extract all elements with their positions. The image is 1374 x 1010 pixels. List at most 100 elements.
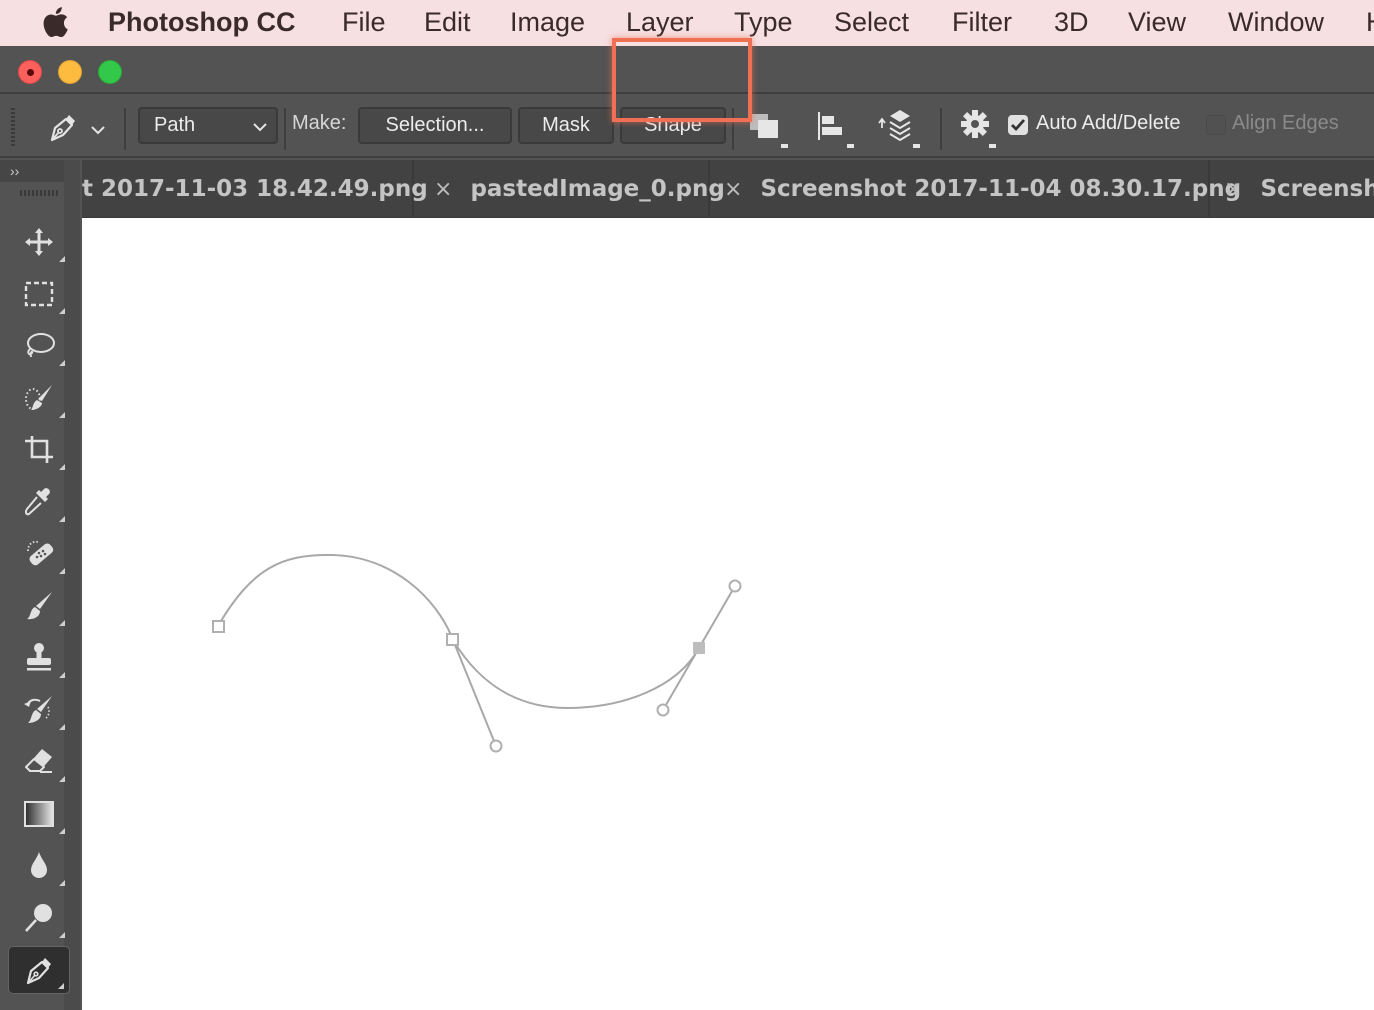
- gradient-tool[interactable]: [8, 790, 70, 838]
- rectangular-marquee-tool[interactable]: [8, 270, 70, 318]
- make-label: Make:: [292, 112, 347, 134]
- minimize-window-button[interactable]: [58, 60, 82, 84]
- anchor-point[interactable]: [446, 633, 459, 646]
- marquee-icon: [24, 281, 54, 307]
- history-brush-tool[interactable]: [8, 686, 70, 734]
- document-canvas[interactable]: [82, 218, 1374, 1010]
- menu-app-name[interactable]: Photoshop CC: [108, 6, 295, 38]
- quick-selection-tool[interactable]: [8, 374, 70, 422]
- macos-menu-bar: Photoshop CC File Edit Image Layer Type …: [0, 0, 1374, 44]
- path-segment[interactable]: [217, 553, 454, 641]
- tool-group-indicator: [59, 672, 65, 678]
- menu-3d[interactable]: 3D: [1054, 6, 1089, 38]
- lasso-tool[interactable]: [8, 322, 70, 370]
- move-tool[interactable]: [8, 218, 70, 266]
- align-edges-checkbox[interactable]: [1206, 115, 1226, 135]
- menu-window[interactable]: Window: [1228, 6, 1324, 38]
- direction-line: [698, 585, 736, 649]
- settings-button[interactable]: [954, 106, 998, 150]
- auto-add-delete-label[interactable]: Auto Add/Delete: [1036, 112, 1181, 135]
- blur-tool[interactable]: [8, 842, 70, 890]
- path-drawing: [212, 553, 742, 753]
- dodge-tool[interactable]: [8, 894, 70, 942]
- menu-view[interactable]: View: [1128, 6, 1186, 38]
- checkmark-icon: [1011, 119, 1026, 132]
- menu-filter[interactable]: Filter: [952, 6, 1012, 38]
- tab-document-3[interactable]: × Screenshot 2017-11-04 08.30.17.png: [710, 160, 1241, 217]
- path-arrangement-button[interactable]: [878, 106, 922, 150]
- path-alignment-button[interactable]: [812, 106, 856, 150]
- menu-select[interactable]: Select: [834, 6, 909, 38]
- tool-preset-picker[interactable]: [40, 106, 112, 150]
- menu-help[interactable]: H: [1366, 6, 1374, 38]
- document-tab-bar: t 2017-11-03 18.42.49.png × pastedImage_…: [82, 160, 1374, 218]
- make-mask-button[interactable]: Mask: [518, 107, 614, 144]
- tool-group-indicator: [59, 828, 65, 834]
- chevron-down-icon: [253, 123, 267, 132]
- separator: [940, 108, 942, 150]
- eraser-tool[interactable]: [8, 738, 70, 786]
- menu-file[interactable]: File: [342, 6, 386, 38]
- collapse-panel-button[interactable]: ››: [0, 160, 64, 182]
- brush-tool[interactable]: [8, 582, 70, 630]
- separator: [732, 108, 734, 150]
- mode-select[interactable]: Path: [138, 107, 278, 144]
- gradient-icon: [24, 801, 54, 827]
- tab-title: Screenshot 2017-11-04 08.30.17.png: [760, 176, 1242, 202]
- options-bar: Path Make: Selection... Mask Shape Auto …: [0, 96, 1374, 158]
- pen-tool-icon: [50, 115, 75, 142]
- apple-logo-icon[interactable]: [40, 6, 70, 38]
- options-bar-grip[interactable]: [11, 108, 15, 148]
- tab-document-2[interactable]: × pastedImage_0.png: [416, 160, 725, 217]
- menu-layer[interactable]: Layer: [626, 6, 694, 38]
- close-tab-icon[interactable]: ×: [724, 177, 742, 202]
- anchor-point[interactable]: [212, 620, 225, 633]
- path-alignment-icon: [818, 112, 842, 140]
- clone-stamp-tool[interactable]: [8, 634, 70, 682]
- maximize-window-button[interactable]: [98, 60, 122, 84]
- tool-group-indicator: [59, 932, 65, 938]
- direction-handle[interactable]: [656, 703, 670, 717]
- align-edges-label[interactable]: Align Edges: [1232, 112, 1339, 135]
- title-bar: [0, 46, 1374, 94]
- menu-edit[interactable]: Edit: [424, 6, 471, 38]
- close-window-button[interactable]: [18, 60, 42, 84]
- tab-document-1[interactable]: t 2017-11-03 18.42.49.png: [82, 160, 428, 217]
- path-operations-button[interactable]: [746, 106, 790, 150]
- direction-line: [662, 647, 700, 711]
- direction-handle[interactable]: [489, 739, 503, 753]
- close-tab-icon[interactable]: ×: [1224, 177, 1242, 202]
- path-segment[interactable]: [452, 639, 700, 710]
- auto-add-delete-checkbox[interactable]: [1008, 115, 1028, 135]
- make-shape-button[interactable]: Shape: [620, 107, 726, 144]
- healing-brush-tool[interactable]: [8, 530, 70, 578]
- chevron-down-icon: [91, 126, 105, 135]
- tool-group-indicator: [59, 256, 65, 262]
- quick-selection-icon: [25, 385, 52, 410]
- make-selection-button[interactable]: Selection...: [358, 107, 512, 144]
- move-icon: [25, 228, 53, 256]
- tab-title: Screensho: [1260, 176, 1374, 202]
- tools-panel-grip[interactable]: [20, 190, 58, 196]
- tool-group-indicator: [59, 412, 65, 418]
- bandage-icon: [27, 540, 54, 566]
- pen-icon: [26, 958, 51, 985]
- eyedropper-tool[interactable]: [8, 478, 70, 526]
- crop-tool[interactable]: [8, 426, 70, 474]
- crop-icon: [25, 436, 53, 463]
- menu-image[interactable]: Image: [510, 6, 585, 38]
- tool-group-indicator: [59, 308, 65, 314]
- tab-title: pastedImage_0.png: [470, 176, 725, 202]
- tool-group-indicator: [59, 516, 65, 522]
- anchor-point-selected[interactable]: [693, 642, 705, 654]
- separator: [124, 108, 126, 150]
- close-tab-icon[interactable]: ×: [434, 177, 452, 202]
- direction-handle[interactable]: [728, 579, 742, 593]
- eyedropper-icon: [24, 488, 50, 516]
- tool-group-indicator: [59, 620, 65, 626]
- pen-tool[interactable]: [8, 946, 70, 994]
- path-operations-icon: [750, 114, 778, 138]
- dropdown-triangle-icon: [913, 144, 920, 148]
- tab-document-4[interactable]: × Screensho: [1210, 160, 1374, 217]
- menu-type[interactable]: Type: [734, 6, 793, 38]
